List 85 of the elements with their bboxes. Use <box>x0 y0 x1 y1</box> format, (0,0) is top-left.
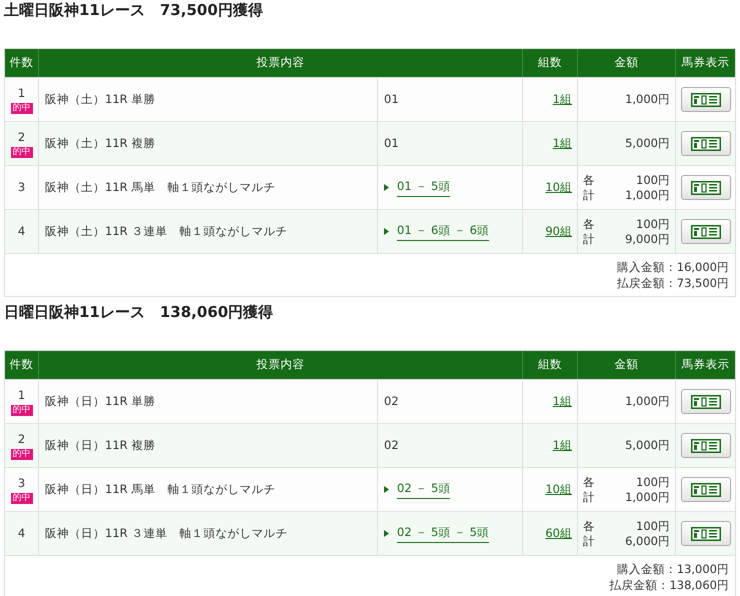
expand-icon <box>384 228 389 235</box>
bet-content: 阪神（土）11R 馬単 軸１頭ながしマルチ <box>45 178 276 196</box>
selection-link[interactable]: 01 － 5頭 <box>397 178 450 198</box>
ticket-icon <box>690 92 720 106</box>
row-number: 2 <box>18 128 26 146</box>
each-amount: 100円 <box>636 474 670 490</box>
each-label: 各 <box>583 172 595 188</box>
row-number: 1 <box>18 386 26 404</box>
ticket-icon <box>690 180 720 194</box>
combos-link[interactable]: 1組 <box>552 436 572 454</box>
ticket-view-button[interactable] <box>680 131 730 156</box>
column-header: 馬券表示 <box>680 54 730 72</box>
total-amount: 6,000円 <box>625 534 670 548</box>
each-amount: 100円 <box>636 172 670 188</box>
combos-link[interactable]: 1組 <box>552 90 572 108</box>
combos-link[interactable]: 1組 <box>552 134 572 152</box>
each-label: 各 <box>583 518 595 534</box>
expand-icon <box>384 530 389 537</box>
row-number: 4 <box>18 222 26 240</box>
selection-text: 02 <box>384 392 399 410</box>
amount-text: 1,000円 <box>624 392 670 410</box>
bet-content: 阪神（日）11R 馬単 軸１頭ながしマルチ <box>45 480 276 498</box>
total-label: 計 <box>583 232 595 246</box>
ticket-icon <box>690 394 720 408</box>
bet-content: 阪神（土）11R 単勝 <box>45 90 156 108</box>
row-number: 2 <box>18 430 26 448</box>
ticket-view-button[interactable] <box>680 219 730 244</box>
each-amount: 100円 <box>636 216 670 232</box>
summary-amount: 購入金額：16,000円 <box>616 259 729 275</box>
total-label: 計 <box>583 490 595 504</box>
combos-link[interactable]: 60組 <box>545 524 572 542</box>
expand-icon <box>384 486 389 493</box>
ticket-icon <box>690 224 720 238</box>
bet-content: 阪神（日）11R ３連単 軸１頭ながしマルチ <box>45 524 288 542</box>
selection-text: 02 <box>384 436 399 454</box>
bet-content: 阪神（土）11R 複勝 <box>45 134 156 152</box>
summary-amount: 払戻金額：138,060円 <box>609 577 729 593</box>
each-label: 各 <box>583 474 595 490</box>
combos-link[interactable]: 1組 <box>552 392 572 410</box>
ticket-view-button[interactable] <box>680 433 730 458</box>
total-amount: 1,000円 <box>625 188 670 202</box>
ticket-icon <box>690 526 720 540</box>
amount-text: 5,000円 <box>624 436 670 454</box>
combos-link[interactable]: 10組 <box>545 480 572 498</box>
ticket-view-button[interactable] <box>680 521 730 546</box>
section-title: 土曜日阪神11レース 73,500円獲得 <box>4 0 264 20</box>
row-number: 3 <box>18 178 26 196</box>
selection-link[interactable]: 02 － 5頭 <box>397 480 450 500</box>
column-header: 馬券表示 <box>680 356 730 374</box>
selection-text: 01 <box>384 134 399 152</box>
ticket-view-button[interactable] <box>680 477 730 502</box>
total-amount: 9,000円 <box>625 232 670 246</box>
row-number: 4 <box>18 524 26 542</box>
ticket-icon <box>690 482 720 496</box>
ticket-icon <box>690 136 720 150</box>
ticket-view-button[interactable] <box>680 87 730 112</box>
row-number: 3 <box>18 474 26 492</box>
selection-text: 01 <box>384 90 399 108</box>
bet-content: 阪神（日）11R 単勝 <box>45 392 156 410</box>
each-label: 各 <box>583 216 595 232</box>
amount-text: 1,000円 <box>624 90 670 108</box>
summary-amount: 購入金額：13,000円 <box>616 561 729 577</box>
hit-badge: 的中 <box>10 405 32 416</box>
total-label: 計 <box>583 534 595 548</box>
hit-badge: 的中 <box>10 493 32 504</box>
amount-text: 5,000円 <box>624 134 670 152</box>
bet-content: 阪神（日）11R 複勝 <box>45 436 156 454</box>
bet-content: 阪神（土）11R ３連単 軸１頭ながしマルチ <box>45 222 288 240</box>
hit-badge: 的中 <box>10 103 32 114</box>
each-amount: 100円 <box>636 518 670 534</box>
selection-link[interactable]: 02 － 5頭 － 5頭 <box>397 524 489 544</box>
expand-icon <box>384 184 389 191</box>
combos-link[interactable]: 10組 <box>545 178 572 196</box>
ticket-view-button[interactable] <box>680 175 730 200</box>
combos-link[interactable]: 90組 <box>545 222 572 240</box>
ticket-view-button[interactable] <box>680 389 730 414</box>
ticket-icon <box>690 438 720 452</box>
hit-badge: 的中 <box>10 449 32 460</box>
total-label: 計 <box>583 188 595 202</box>
section-title: 日曜日阪神11レース 138,060円獲得 <box>4 302 274 322</box>
total-amount: 1,000円 <box>625 490 670 504</box>
selection-link[interactable]: 01 － 6頭 － 6頭 <box>397 222 489 242</box>
hit-badge: 的中 <box>10 147 32 158</box>
row-number: 1 <box>18 84 26 102</box>
summary-amount: 払戻金額：73,500円 <box>616 275 729 291</box>
